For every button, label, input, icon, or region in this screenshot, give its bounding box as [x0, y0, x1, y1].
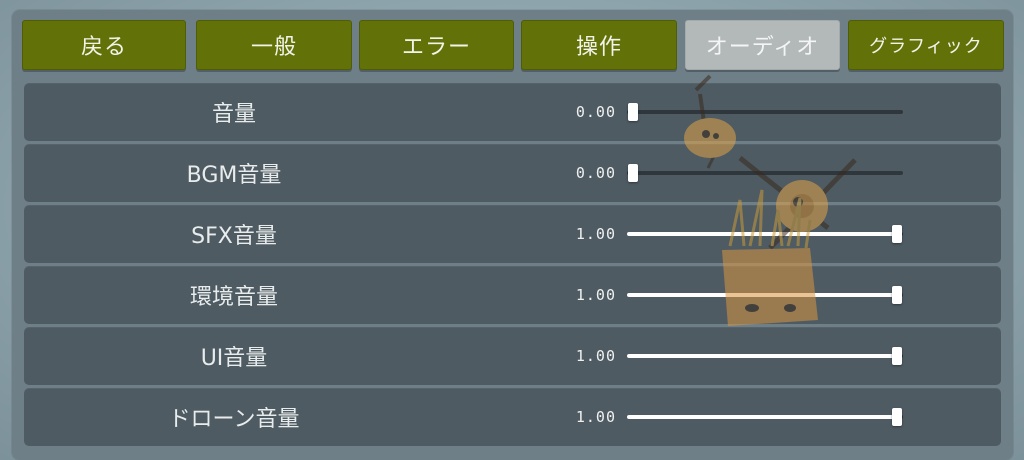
setting-value: 0.00: [575, 103, 616, 121]
setting-label: SFX音量: [191, 224, 277, 249]
slider-knob[interactable]: [628, 164, 638, 182]
setting-value: 1.00: [575, 408, 616, 426]
ambient-volume-slider[interactable]: [627, 286, 903, 304]
setting-row-sfx-volume: SFX音量 1.00: [24, 205, 1001, 263]
drone-volume-slider[interactable]: [627, 408, 903, 426]
slider-fill: [627, 232, 897, 236]
setting-value: 1.00: [575, 347, 616, 365]
setting-row-ambient-volume: 環境音量 1.00: [24, 266, 1001, 324]
setting-value: 1.00: [575, 225, 616, 243]
tab-bar: 戻る 一般 エラー 操作 オーディオ グラフィック: [22, 20, 1004, 72]
settings-panel: 戻る 一般 エラー 操作 オーディオ グラフィック 音量 0.00 BGM音量 …: [12, 10, 1013, 460]
setting-row-drone-volume: ドローン音量 1.00: [24, 388, 1001, 446]
slider-knob[interactable]: [628, 103, 638, 121]
setting-label: 音量: [211, 102, 256, 127]
sfx-volume-slider[interactable]: [627, 225, 903, 243]
setting-label: BGM音量: [186, 163, 282, 188]
setting-label: UI音量: [200, 346, 268, 371]
tab-audio[interactable]: オーディオ: [685, 20, 840, 70]
slider-knob[interactable]: [892, 286, 902, 304]
slider-track: [627, 110, 903, 114]
bgm-volume-slider[interactable]: [627, 164, 903, 182]
slider-track: [627, 171, 903, 175]
tab-graphics[interactable]: グラフィック: [848, 20, 1004, 70]
slider-knob[interactable]: [892, 408, 902, 426]
setting-value: 0.00: [575, 164, 616, 182]
setting-row-master-volume: 音量 0.00: [24, 83, 1001, 141]
setting-value: 1.00: [575, 286, 616, 304]
setting-label: ドローン音量: [168, 407, 300, 432]
slider-fill: [627, 415, 897, 419]
setting-row-bgm-volume: BGM音量 0.00: [24, 144, 1001, 202]
master-volume-slider[interactable]: [627, 103, 903, 121]
tab-back[interactable]: 戻る: [22, 20, 186, 70]
slider-fill: [627, 354, 897, 358]
slider-knob[interactable]: [892, 225, 902, 243]
tab-error[interactable]: エラー: [359, 20, 514, 70]
tab-controls[interactable]: 操作: [521, 20, 677, 70]
setting-row-ui-volume: UI音量 1.00: [24, 327, 1001, 385]
ui-volume-slider[interactable]: [627, 347, 903, 365]
tab-general[interactable]: 一般: [196, 20, 352, 70]
setting-label: 環境音量: [189, 285, 278, 310]
slider-fill: [627, 293, 897, 297]
slider-knob[interactable]: [892, 347, 902, 365]
